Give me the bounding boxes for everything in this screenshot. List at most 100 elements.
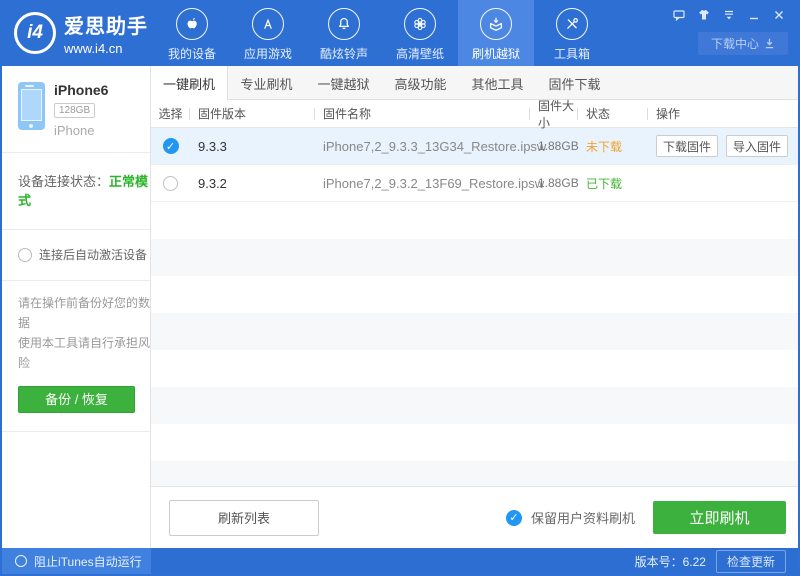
app-url: www.i4.cn: [64, 41, 123, 56]
main-panel: 一键刷机 专业刷机 一键越狱 高级功能 其他工具 固件下载 选择 固件版本 固件名称 固件大小状…: [151, 66, 798, 548]
nav-item-label: 高清壁纸: [395, 47, 444, 61]
version-label: 版本号：6.22: [634, 554, 706, 569]
connection-status: 设备连接状态：正常模式: [2, 153, 150, 230]
status-badge: 未下载: [586, 139, 623, 154]
tab-bar: 一键刷机 专业刷机 一键越狱 高级功能 其他工具 固件下载: [151, 66, 798, 101]
backup-restore-button[interactable]: 备份 / 恢复: [18, 386, 135, 413]
block-itunes-option[interactable]: 阻止iTunes自动运行: [2, 548, 151, 574]
empty-row: [151, 387, 798, 424]
column-header: 固件名称: [315, 105, 530, 122]
nav-item-label: 酷炫铃声: [319, 47, 368, 61]
tab-pro-flash[interactable]: 专业刷机: [228, 66, 305, 100]
tab-other-tools[interactable]: 其他工具: [459, 66, 536, 100]
tab-firmware-download[interactable]: 固件下载: [536, 66, 613, 100]
nav-item-ringtones[interactable]: 酷炫铃声: [306, 0, 382, 66]
selected-radio[interactable]: ✓: [162, 138, 179, 154]
connection-status-label: 设备连接状态：: [18, 174, 110, 189]
feedback-icon[interactable]: [672, 9, 686, 21]
select-cell: ✓: [151, 138, 190, 154]
logo-icon: i4: [14, 12, 56, 54]
nav-item-label: 应用游戏: [243, 47, 292, 61]
keep-user-data-option[interactable]: ✓ 保留用户资料刷机: [505, 508, 635, 527]
warning-line-1: 请在操作前备份好您的数据: [18, 296, 151, 330]
column-header: 操作: [656, 107, 681, 121]
appstore-icon: [252, 8, 284, 40]
flash-now-button[interactable]: 立即刷机: [653, 501, 786, 534]
unselected-radio[interactable]: [163, 175, 178, 191]
tab-one-key-flash[interactable]: 一键刷机: [151, 66, 228, 101]
warning-line-2: 使用本工具请自行承担风险: [18, 336, 151, 370]
device-capacity-badge: 128GB: [54, 103, 96, 118]
download-icon: [765, 38, 774, 49]
app-logo: i4 爱思助手 www.i4.cn: [2, 0, 154, 66]
refresh-list-button[interactable]: 刷新列表: [169, 499, 319, 536]
menu-icon[interactable]: [722, 9, 736, 21]
nav-item-label: 我的设备: [167, 47, 216, 61]
table-header: 选择 固件版本 固件名称 固件大小 状态 操作: [151, 97, 798, 131]
table-row[interactable]: ✓ 9.3.3 iPhone7,2_9.3.3_13G34_Restore.ipsw…: [151, 128, 798, 165]
device-name: iPhone6: [54, 82, 109, 98]
firmware-size: 1.88GB: [538, 139, 579, 153]
nav-item-label: 工具箱: [553, 47, 590, 61]
firmware-version: 9.3.3: [198, 138, 227, 154]
nav-item-label: 刷机越狱: [471, 47, 520, 61]
table-row[interactable]: 9.3.2 iPhone7,2_9.3.2_13F69_Restore.ipsw 1…: [151, 165, 798, 202]
nav-item-wallpapers[interactable]: 高清壁纸: [382, 0, 458, 66]
nav-item-my-devices[interactable]: 我的设备: [154, 0, 230, 66]
download-center-button[interactable]: 下载中心: [698, 32, 788, 55]
app-window: i4 爱思助手 www.i4.cn 我的设备 应用游戏 酷炫铃声 高清壁纸 刷机越狱 工具…: [0, 0, 800, 576]
keep-user-data-checkbox[interactable]: ✓: [505, 509, 522, 526]
main-nav: 我的设备 应用游戏 酷炫铃声 高清壁纸 刷机越狱 工具箱: [154, 0, 610, 66]
sidebar: iPhone6 128GB iPhone 设备连接状态：正常模式 连接后自动激活…: [2, 66, 151, 548]
block-itunes-label: 阻止iTunes自动运行: [34, 554, 142, 569]
empty-row: [151, 461, 798, 486]
check-update-button[interactable]: 检查更新: [715, 549, 786, 573]
firmware-name: iPhone7,2_9.3.2_13F69_Restore.ipsw: [323, 175, 545, 191]
empty-row: [151, 424, 798, 461]
bell-icon: [328, 8, 360, 40]
nav-item-apps-games[interactable]: 应用游戏: [230, 0, 306, 66]
titlebar: i4 爱思助手 www.i4.cn 我的设备 应用游戏 酷炫铃声 高清壁纸 刷机越狱 工具…: [2, 0, 798, 66]
empty-row: [151, 350, 798, 387]
app-title: 爱思助手: [64, 16, 148, 38]
empty-row: [151, 276, 798, 313]
skin-icon[interactable]: [697, 9, 711, 21]
window-controls: [672, 9, 786, 21]
column-header: 选择: [151, 105, 190, 122]
status-bar: 阻止iTunes自动运行 版本号：6.22 检查更新: [2, 548, 798, 574]
empty-row: [151, 202, 798, 239]
tab-one-key-jailbreak[interactable]: 一键越狱: [305, 66, 382, 100]
wallpaper-icon: [404, 8, 436, 40]
close-icon[interactable]: [772, 9, 786, 21]
download-firmware-button[interactable]: 下载固件: [656, 135, 718, 157]
empty-row: [151, 239, 798, 276]
firmware-table: ✓ 9.3.3 iPhone7,2_9.3.3_13G34_Restore.ipsw…: [151, 128, 798, 486]
empty-row: [151, 313, 798, 350]
firmware-size: 1.88GB: [538, 176, 579, 190]
actions-cell: 下载固件 导入固件: [648, 135, 798, 157]
column-header: 固件版本: [190, 105, 315, 122]
tab-advanced-functions[interactable]: 高级功能: [382, 66, 459, 100]
keep-user-data-label: 保留用户资料刷机: [530, 511, 635, 526]
column-header: 状态: [578, 105, 648, 122]
action-bar: 刷新列表 ✓ 保留用户资料刷机 立即刷机: [151, 486, 798, 548]
iphone-icon: [18, 82, 45, 130]
firmware-name: iPhone7,2_9.3.3_13G34_Restore.ipsw: [323, 138, 547, 154]
auto-activate-radio[interactable]: [18, 247, 32, 262]
download-center-label: 下载中心: [710, 37, 759, 51]
minimize-icon[interactable]: [747, 9, 761, 21]
nav-item-flash-jailbreak[interactable]: 刷机越狱: [458, 0, 534, 66]
flash-icon: [480, 8, 512, 40]
status-badge: 已下载: [586, 176, 623, 191]
column-header: 固件大小: [530, 97, 578, 131]
toolbox-icon: [556, 8, 588, 40]
backup-warning: 请在操作前备份好您的数据 使用本工具请自行承担风险 备份 / 恢复: [2, 281, 150, 432]
auto-activate-option[interactable]: 连接后自动激活设备: [2, 230, 150, 281]
nav-item-toolbox[interactable]: 工具箱: [534, 0, 610, 66]
block-itunes-radio[interactable]: [15, 555, 27, 567]
apple-icon: [176, 8, 208, 40]
firmware-version: 9.3.2: [198, 175, 227, 191]
import-firmware-button[interactable]: 导入固件: [726, 135, 788, 157]
device-model: iPhone: [54, 123, 95, 138]
auto-activate-label: 连接后自动激活设备: [39, 248, 148, 262]
